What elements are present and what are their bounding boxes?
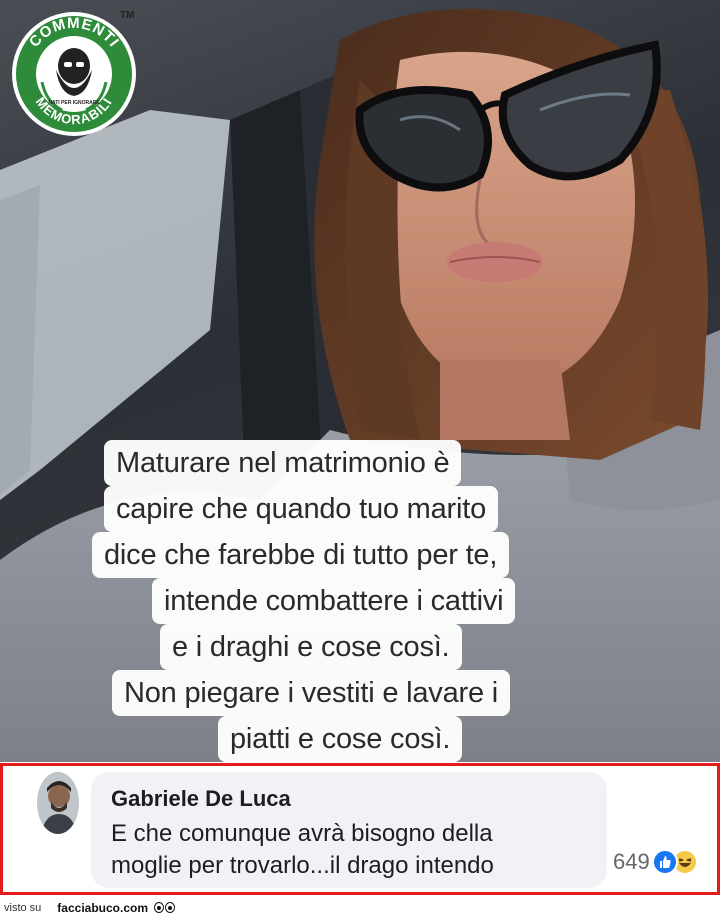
comment-bubble: Gabriele De Luca E che comunque avrà bis…: [91, 772, 607, 888]
caption-line: piatti e cose così.: [218, 716, 463, 762]
avatar[interactable]: [37, 772, 79, 834]
caption-line: dice che farebbe di tutto per te,: [92, 532, 510, 578]
caption-line: capire che quando tuo marito: [104, 486, 499, 532]
caption-line: e i draghi e cose così.: [160, 624, 462, 670]
caption-line: Maturare nel matrimonio è: [104, 440, 462, 486]
reaction-summary[interactable]: 649: [613, 848, 698, 876]
watermark-footer: visto su facciabuco.com: [0, 895, 720, 920]
trademark-symbol: TM: [120, 10, 135, 21]
commenti-memorabili-logo: COMMENTI MEMORABILI NATI PER IGNORARE: [10, 10, 138, 138]
comment-text: E che comunque avrà bisogno della moglie…: [111, 818, 591, 882]
like-icon: [651, 849, 678, 875]
eyes-icon: [154, 902, 175, 913]
comment-text-line: E che comunque avrà bisogno della: [111, 820, 493, 847]
reaction-count: 649: [613, 849, 650, 874]
caption-line: intende combattere i cattivi: [152, 578, 516, 624]
caption-line: Non piegare i vestiti e lavare i: [112, 670, 511, 716]
visto-su-label: visto su: [4, 901, 42, 914]
site-name[interactable]: facciabuco.com: [57, 901, 148, 915]
highlighted-comment: Gabriele De Luca E che comunque avrà bis…: [0, 763, 720, 895]
logo-badge-text: NATI PER IGNORARE: [48, 100, 100, 106]
comment-author[interactable]: Gabriele De Luca: [111, 786, 291, 812]
comment-text-line: moglie per trovarlo...il drago intendo: [111, 852, 494, 879]
